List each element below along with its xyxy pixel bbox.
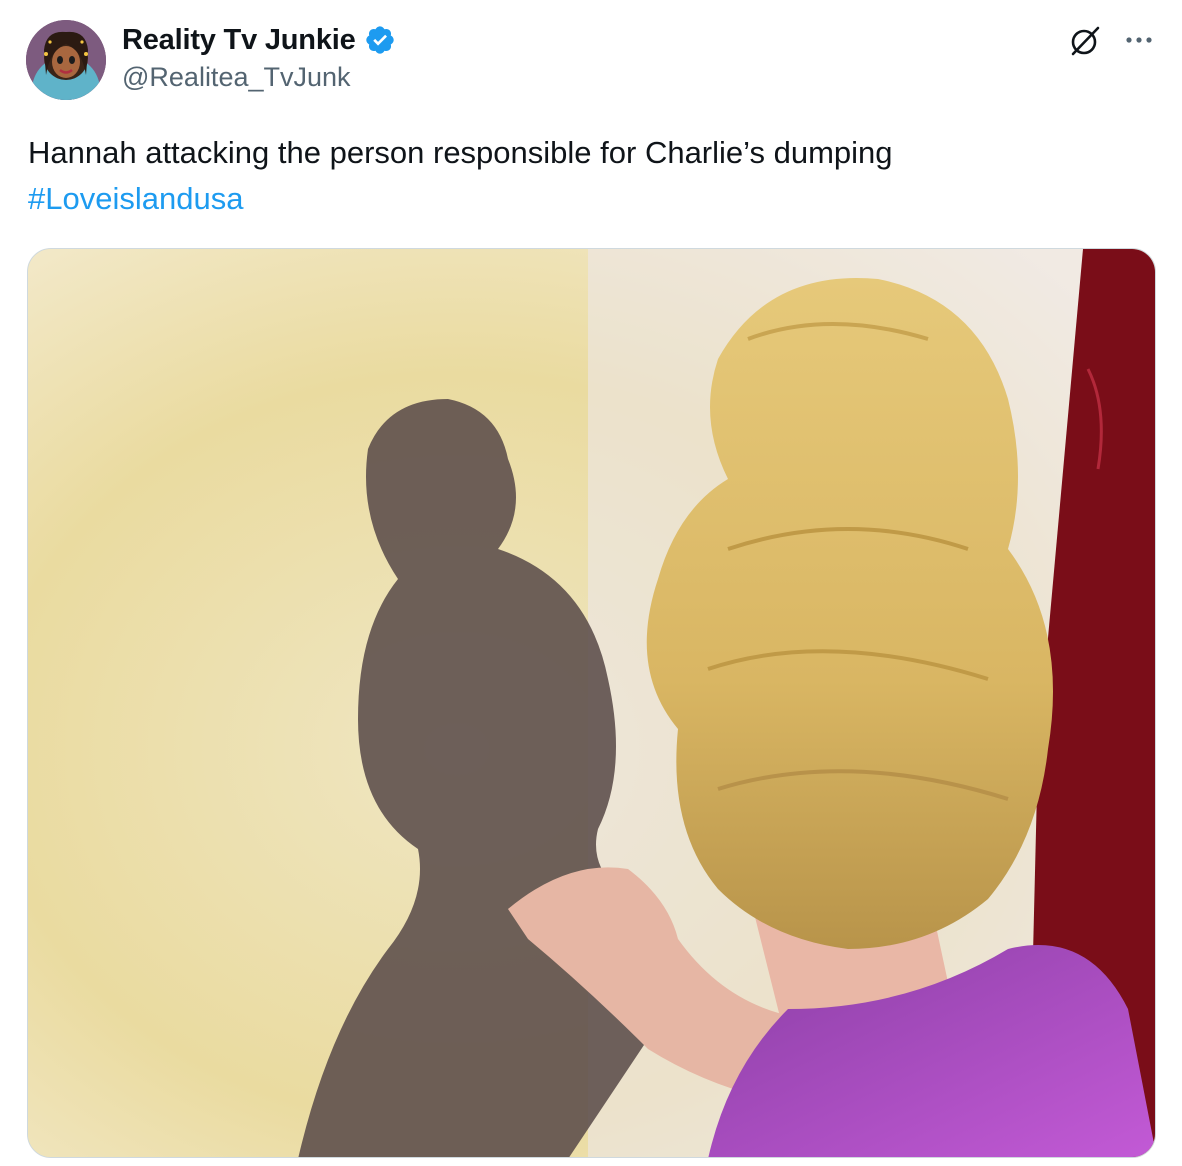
media-photo [28, 249, 1155, 1157]
verified-badge-icon [364, 24, 396, 56]
tweet-media-image[interactable] [27, 248, 1156, 1158]
author-avatar[interactable] [26, 20, 106, 100]
more-options-icon[interactable] [1122, 28, 1156, 52]
author-handle[interactable]: @Realitea_TvJunk [122, 62, 351, 93]
tweet-body: Hannah attacking the person responsible … [28, 135, 893, 170]
grok-icon[interactable] [1068, 24, 1102, 58]
avatar-image [26, 20, 106, 100]
author-display-name[interactable]: Reality Tv Junkie [122, 24, 356, 57]
tweet-text: Hannah attacking the person responsible … [28, 130, 1148, 222]
author-name-row: Reality Tv Junkie [122, 22, 396, 58]
hashtag-link[interactable]: #Loveislandusa [28, 176, 1148, 222]
tweet-card: Reality Tv Junkie @Realitea_TvJunk Hanna… [0, 0, 1182, 1166]
